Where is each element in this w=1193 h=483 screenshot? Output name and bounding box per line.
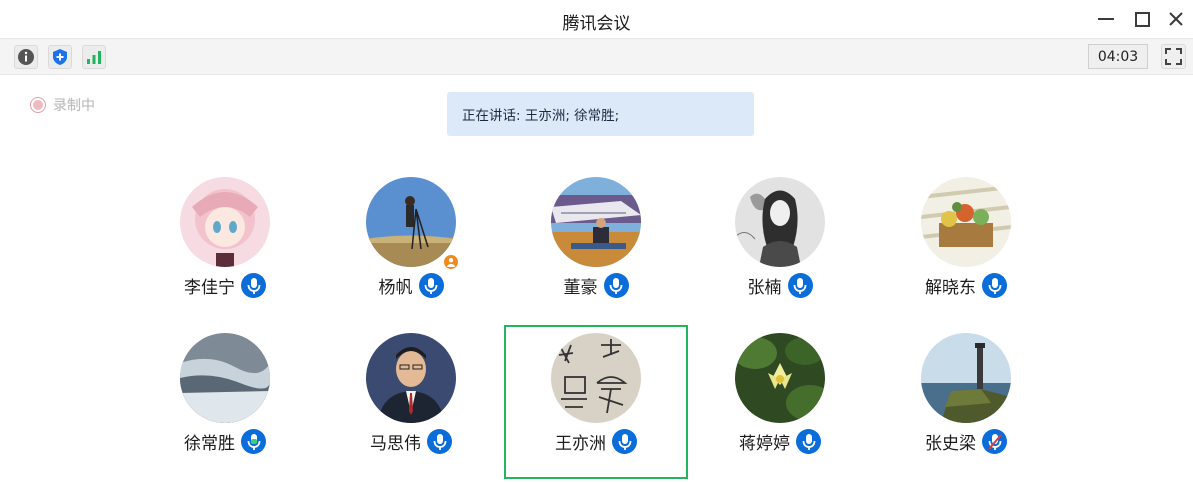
microphone-icon [618, 433, 631, 450]
network-status-button[interactable] [82, 45, 106, 69]
close-button[interactable] [1165, 8, 1187, 30]
microphone-button[interactable] [612, 429, 637, 454]
close-icon [1169, 12, 1183, 26]
microphone-icon [988, 277, 1001, 294]
minimize-button[interactable] [1095, 8, 1117, 30]
microphone-button[interactable] [241, 273, 266, 298]
microphone-button[interactable] [427, 429, 452, 454]
participant-name-row: 李佳宁 [135, 273, 315, 298]
participant-name: 杨帆 [378, 278, 413, 298]
microphone-icon [424, 277, 438, 294]
microphone-button[interactable] [603, 273, 629, 298]
avatar [551, 333, 641, 423]
participant-tile[interactable]: 王亦洲 [506, 333, 686, 483]
microphone-icon [609, 277, 623, 294]
participant-name: 张史梁 [925, 434, 976, 454]
participant-name-row: 蒋婷婷 [690, 429, 870, 454]
meeting-info-button[interactable] [14, 45, 38, 69]
avatar [735, 333, 825, 423]
microphone-button[interactable] [796, 429, 821, 454]
microphone-speaking-icon [247, 433, 260, 450]
microphone-muted-icon [987, 433, 1002, 450]
security-button[interactable] [48, 45, 72, 69]
participant-tile[interactable]: 杨帆 [321, 177, 501, 327]
participant-name: 蒋婷婷 [739, 434, 790, 454]
participant-name-row: 徐常胜 [135, 429, 315, 454]
participant-name-row: 王亦洲 [506, 429, 686, 454]
participant-tile[interactable]: 董豪 [506, 177, 686, 327]
avatar [735, 177, 825, 267]
avatar [366, 333, 456, 423]
shield-icon [53, 49, 67, 65]
avatar [366, 177, 456, 267]
fullscreen-button[interactable] [1161, 44, 1186, 69]
microphone-icon [433, 433, 446, 450]
microphone-button[interactable] [241, 429, 266, 454]
participant-tile[interactable]: 解晓东 [876, 177, 1056, 327]
participant-tile[interactable]: 张楠 [690, 177, 870, 327]
participant-name-row: 杨帆 [321, 273, 501, 298]
participant-name-row: 张史梁 [876, 429, 1056, 454]
speaking-text: 正在讲话: 王亦洲; 徐常胜; [462, 108, 620, 124]
participant-tile[interactable]: 马思伟 [321, 333, 501, 483]
avatar [180, 177, 270, 267]
title-bar: 腾讯会议 [0, 0, 1193, 38]
speaking-banner: 正在讲话: 王亦洲; 徐常胜; [447, 92, 754, 136]
participant-tile[interactable]: 蒋婷婷 [690, 333, 870, 483]
participant-name: 张楠 [747, 278, 782, 298]
host-badge-icon [442, 253, 460, 271]
recording-label: 录制中 [53, 98, 95, 114]
participant-tile[interactable]: 张史梁 [876, 333, 1056, 483]
participant-name-row: 马思伟 [321, 429, 501, 454]
microphone-button[interactable] [982, 273, 1007, 298]
microphone-icon [793, 277, 807, 294]
avatar [551, 177, 641, 267]
participant-tile[interactable]: 徐常胜 [135, 333, 315, 483]
participant-name-row: 张楠 [690, 273, 870, 298]
avatar [921, 333, 1011, 423]
toolbar: 04:03 [0, 38, 1193, 75]
microphone-button[interactable] [418, 273, 444, 298]
participant-name-row: 解晓东 [876, 273, 1056, 298]
microphone-icon [802, 433, 815, 450]
microphone-button[interactable] [787, 273, 813, 298]
maximize-button[interactable] [1131, 8, 1153, 30]
signal-bars-icon [87, 51, 101, 64]
meeting-timer: 04:03 [1088, 44, 1148, 69]
fullscreen-icon [1165, 48, 1182, 65]
participant-name: 李佳宁 [184, 278, 235, 298]
participant-name-row: 董豪 [506, 273, 686, 298]
minimize-icon [1098, 18, 1114, 20]
recording-indicator: 录制中 [30, 95, 95, 115]
microphone-icon [247, 277, 260, 294]
participant-name: 董豪 [563, 278, 598, 298]
avatar [921, 177, 1011, 267]
participant-name: 王亦洲 [555, 434, 606, 454]
record-icon [30, 97, 46, 113]
window-title: 腾讯会议 [562, 14, 631, 34]
participant-tile[interactable]: 李佳宁 [135, 177, 315, 327]
participant-name: 徐常胜 [184, 434, 235, 454]
participant-name: 马思伟 [370, 434, 421, 454]
maximize-icon [1134, 11, 1150, 27]
microphone-button[interactable] [982, 429, 1007, 454]
avatar [180, 333, 270, 423]
info-icon [18, 49, 34, 65]
participant-name: 解晓东 [925, 278, 976, 298]
